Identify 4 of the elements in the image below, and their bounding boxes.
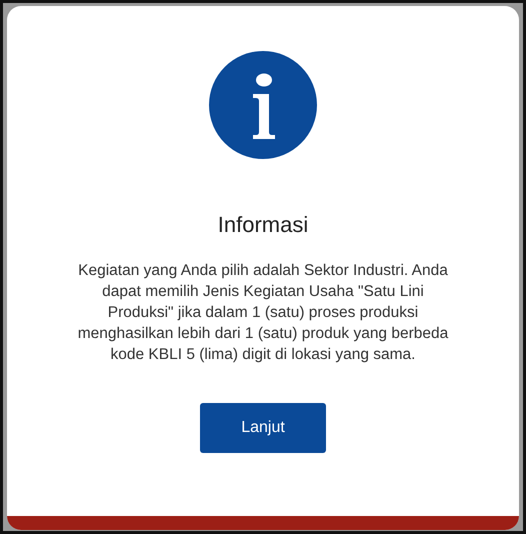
info-icon <box>209 51 317 159</box>
dialog-message: Kegiatan yang Anda pilih adalah Sektor Industri. Anda dapat memilih Jenis Kegiatan Usaha "Satu Lini Produksi" jika dalam 1 (satu) proses produksi menghasilkan lebih dari 1 (satu) produk yang berbeda kode KBLI 5 (lima) digit di lokasi yang sama. <box>76 261 450 365</box>
continue-button[interactable]: Lanjut <box>200 403 326 453</box>
dialog-title: Informasi <box>218 212 308 238</box>
